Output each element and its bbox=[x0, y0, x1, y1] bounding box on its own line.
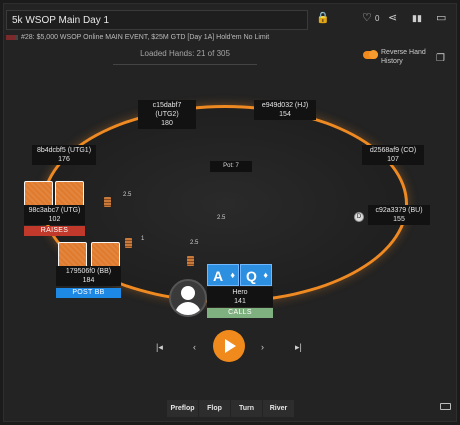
hero-avatar bbox=[169, 279, 207, 317]
bb-action-tag: POST BB bbox=[56, 288, 121, 298]
utg-chips bbox=[104, 197, 111, 207]
heart-icon[interactable]: ♡ bbox=[362, 12, 372, 24]
seat-name: Hero bbox=[232, 289, 248, 296]
seat-name: 98c3abc7 (UTG) bbox=[28, 207, 81, 214]
street-river[interactable]: River bbox=[263, 400, 294, 417]
card-rank: Q bbox=[246, 268, 257, 284]
first-hand-icon[interactable]: |◂ bbox=[156, 342, 163, 353]
seat-stack: 154 bbox=[279, 111, 291, 118]
last-hand-icon[interactable]: ▸| bbox=[295, 342, 302, 353]
hero-bet: 2.5 bbox=[190, 240, 199, 246]
hand-title-field[interactable]: 5k WSOP Main Day 1 bbox=[6, 10, 308, 30]
card-suit: ♦ bbox=[263, 270, 268, 280]
flag-icon bbox=[6, 35, 18, 40]
lock-icon[interactable]: 🔒 bbox=[316, 12, 330, 24]
seat-name: 8b4dcbf5 (UTG1) bbox=[36, 147, 92, 154]
keyboard-icon[interactable] bbox=[440, 403, 451, 410]
seat-stack: 176 bbox=[58, 156, 70, 163]
seat-stack: 184 bbox=[82, 277, 95, 284]
bb-chips bbox=[125, 238, 132, 248]
seat-name: c92a3379 (BU) bbox=[375, 207, 423, 214]
seat-bb[interactable]: 179506f0 (BB) 184 bbox=[56, 266, 121, 286]
next-icon[interactable]: › bbox=[261, 342, 264, 352]
seat-utg2[interactable]: c15dabf7 (UTG2) 180 bbox=[138, 100, 196, 129]
seat-name: e949d032 (HJ) bbox=[261, 102, 309, 109]
seat-stack: 180 bbox=[161, 120, 173, 127]
seat-name: d2568af9 (CO) bbox=[369, 147, 417, 154]
share-icon[interactable]: ⋖ bbox=[388, 12, 397, 24]
pot-label: Pot: 7 bbox=[210, 161, 252, 172]
card-suit: ♦ bbox=[230, 270, 235, 280]
street-preflop[interactable]: Preflop bbox=[167, 400, 198, 417]
utg-bet: 2.5 bbox=[123, 192, 132, 198]
street-turn[interactable]: Turn bbox=[231, 400, 262, 417]
hero-card-1[interactable]: A ♦ bbox=[207, 264, 239, 286]
street-flop[interactable]: Flop bbox=[199, 400, 230, 417]
seat-stack: 141 bbox=[234, 298, 246, 305]
seat-utg[interactable]: 98c3abc7 (UTG) 102 bbox=[24, 205, 85, 225]
reverse-history-toggle[interactable] bbox=[363, 50, 378, 59]
hand-title: 5k WSOP Main Day 1 bbox=[12, 15, 110, 26]
bb-bet: 1 bbox=[141, 236, 145, 242]
seat-hj[interactable]: e949d032 (HJ) 154 bbox=[254, 100, 316, 120]
tournament-subtitle: #28: $5,000 WSOP Online MAIN EVENT, $25M… bbox=[6, 32, 416, 43]
street-selector: Preflop Flop Turn River bbox=[167, 400, 294, 417]
seat-bu[interactable]: c92a3379 (BU) 155 bbox=[368, 205, 430, 225]
bb-card-back bbox=[91, 242, 120, 268]
like-count: 0 bbox=[375, 14, 380, 23]
utg-card-back bbox=[55, 181, 84, 207]
seat-name: 179506f0 (BB) bbox=[65, 268, 112, 275]
previous-icon[interactable]: ‹ bbox=[193, 342, 196, 352]
card-rank: A bbox=[213, 268, 224, 284]
seat-stack: 107 bbox=[387, 156, 399, 163]
seat-co[interactable]: d2568af9 (CO) 107 bbox=[362, 145, 424, 165]
seat-stack: 102 bbox=[48, 216, 61, 223]
play-button[interactable] bbox=[213, 330, 245, 362]
loaded-hands-selector[interactable]: Loaded Hands: 21 of 305 bbox=[113, 47, 257, 65]
utg-action-tag: RAISES bbox=[24, 226, 85, 236]
seat-name: c15dabf7 (UTG2) bbox=[152, 102, 182, 118]
reverse-history-label: Reverse Hand History bbox=[381, 49, 426, 65]
seat-hero[interactable]: Hero 141 bbox=[207, 287, 273, 307]
stats-icon[interactable]: ▮▮ bbox=[412, 12, 422, 24]
hero-chips bbox=[187, 256, 194, 266]
subtitle-text: #28: $5,000 WSOP Online MAIN EVENT, $25M… bbox=[21, 34, 270, 41]
seat-utg1[interactable]: 8b4dcbf5 (UTG1) 176 bbox=[32, 145, 96, 165]
seat-stack: 155 bbox=[393, 216, 405, 223]
hero-card-2[interactable]: Q ♦ bbox=[240, 264, 272, 286]
hero-action-tag: CALLS bbox=[207, 308, 273, 318]
utg-card-back bbox=[24, 181, 53, 207]
present-icon[interactable]: ▭ bbox=[436, 12, 446, 24]
dealer-button: D bbox=[354, 212, 364, 222]
center-bet: 2.5 bbox=[217, 215, 226, 221]
bb-card-back bbox=[58, 242, 87, 268]
copy-icon[interactable]: ❐ bbox=[436, 53, 445, 64]
